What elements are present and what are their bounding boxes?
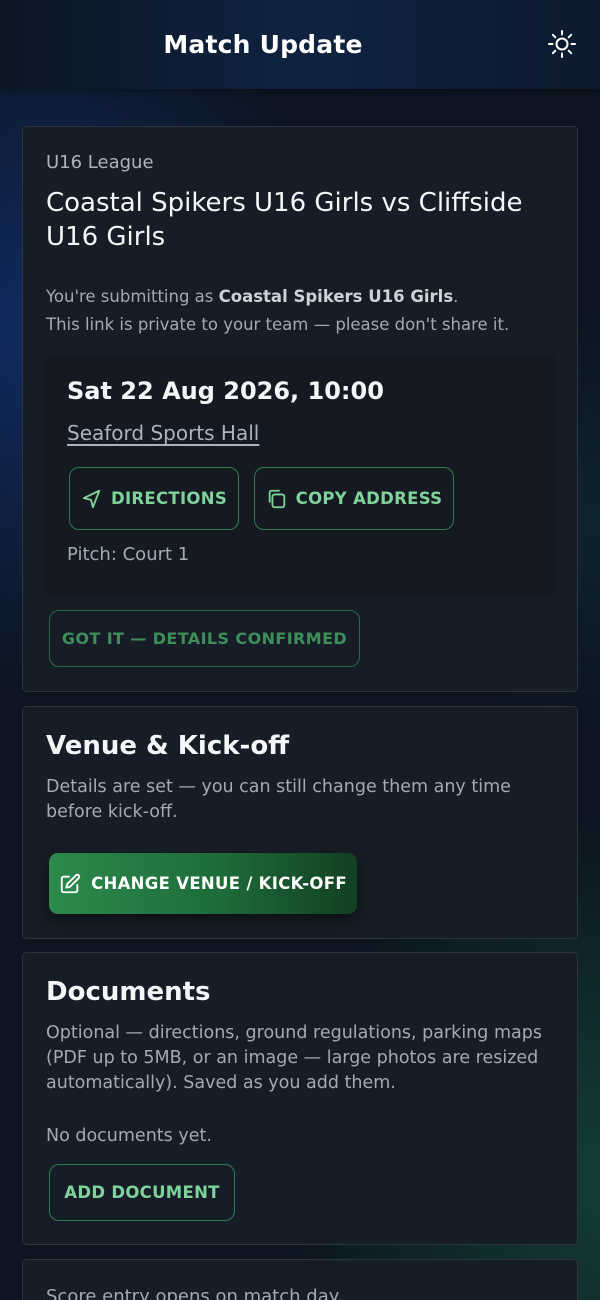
top-app-bar: Match Update [0,0,600,89]
submitting-team: Coastal Spikers U16 Girls [218,287,454,306]
navigation-arrow-icon [81,488,103,510]
documents-empty-text: No documents yet. [46,1126,212,1146]
page-title: Match Update [163,30,363,59]
copy-icon [266,488,288,510]
fixture-details-box: Sat 22 Aug 2026, 10:00 Seaford Sports Ha… [44,355,557,595]
submission-note: You're submitting as Coastal Spikers U16… [46,283,556,339]
add-document-button[interactable]: ADD DOCUMENT [49,1164,235,1221]
match-title: Coastal Spikers U16 Girls vs Cliffside U… [46,188,523,252]
venue-section-description: Details are set — you can still change t… [46,777,511,822]
change-venue-label: CHANGE VENUE / KICK-OFF [91,874,347,893]
submitting-prefix: You're submitting as [46,287,219,306]
copy-address-button[interactable]: COPY ADDRESS [254,467,454,530]
league-label: U16 League [46,152,154,173]
venue-kickoff-card: Venue & Kick-off Details are set — you c… [22,706,578,939]
edit-icon [59,873,81,895]
score-entry-card: Score entry opens on match day. [22,1259,578,1300]
venue-section-title: Venue & Kick-off [46,731,290,761]
change-venue-button[interactable]: CHANGE VENUE / KICK-OFF [49,853,357,914]
score-entry-note: Score entry opens on match day. [46,1286,343,1300]
privacy-note: This link is private to your team — plea… [46,315,510,334]
theme-toggle-button[interactable] [546,28,578,60]
match-details-card: U16 League Coastal Spikers U16 Girls vs … [22,126,578,692]
documents-card: Documents Optional — directions, ground … [22,952,578,1245]
sun-icon [547,29,577,59]
directions-button[interactable]: DIRECTIONS [69,467,239,530]
documents-section-description: Optional — directions, ground regulation… [46,1023,542,1093]
pitch-info: Pitch: Court 1 [67,544,190,565]
directions-label: DIRECTIONS [110,489,228,508]
submitting-suffix: . [453,287,459,306]
confirm-details-button[interactable]: GOT IT — DETAILS CONFIRMED [49,610,360,667]
documents-section-title: Documents [46,977,211,1007]
copy-address-label: COPY ADDRESS [295,489,443,508]
match-datetime: Sat 22 Aug 2026, 10:00 [67,377,384,405]
venue-link[interactable]: Seaford Sports Hall [67,421,259,445]
